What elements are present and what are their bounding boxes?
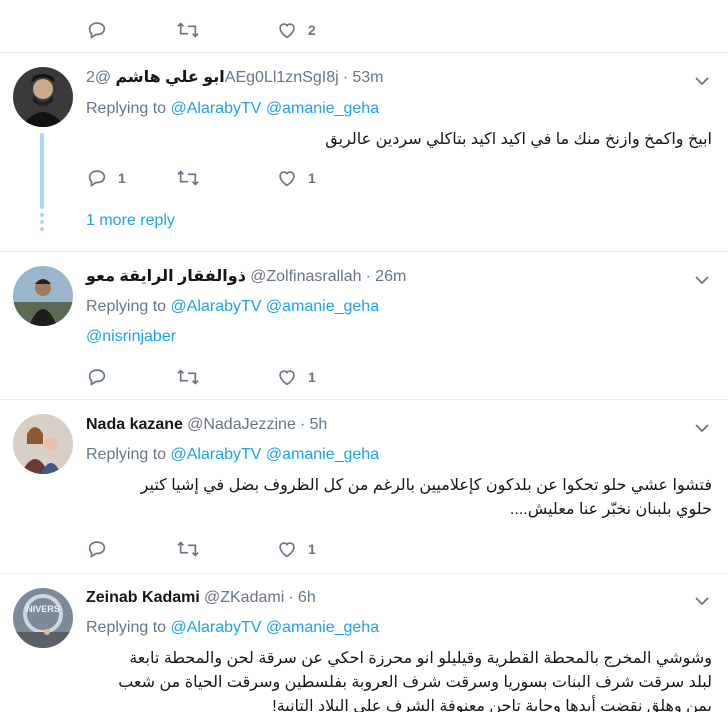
- like-icon: [276, 19, 298, 41]
- replying-to: Replying to @AlarabyTV @amanie_geha: [86, 298, 380, 315]
- tweet-text: فتشوا عشي حلو تحكوا عن بلدكون كإعلاميين …: [140, 477, 712, 518]
- mention-link[interactable]: @amanie_geha: [266, 298, 379, 315]
- retweet-action[interactable]: [176, 18, 276, 42]
- reply-action[interactable]: [86, 365, 176, 389]
- avatar[interactable]: NIVERS: [13, 588, 73, 648]
- previous-tweet: 2: [0, 0, 728, 53]
- like-icon: [276, 538, 298, 560]
- thread-dot: [40, 227, 44, 231]
- thread-dot: [40, 220, 44, 224]
- thread-dot: [40, 213, 44, 217]
- tweet-actions: 1: [86, 365, 328, 389]
- retweet-icon: [176, 538, 199, 560]
- like-action[interactable]: 1: [276, 365, 328, 389]
- retweet-action[interactable]: [176, 365, 276, 389]
- tweet-actions: 2: [86, 18, 328, 42]
- reply-icon: [86, 167, 108, 189]
- avatar[interactable]: [13, 414, 73, 474]
- like-count: 2: [308, 22, 316, 38]
- retweet-action[interactable]: [176, 166, 276, 190]
- like-count: 1: [308, 541, 316, 557]
- display-name[interactable]: Zeinab Kadami: [86, 589, 200, 606]
- like-action[interactable]: 1: [276, 166, 328, 190]
- timestamp[interactable]: 6h: [298, 589, 316, 606]
- chevron-down-icon[interactable]: [694, 272, 710, 288]
- display-name[interactable]: Nada kazane: [86, 416, 183, 433]
- reply-tweet[interactable]: Nada kazane @NadaJezzine · 5h Replying t…: [0, 400, 728, 574]
- retweet-action[interactable]: [176, 537, 276, 561]
- reply-icon: [86, 538, 108, 560]
- reply-tweet[interactable]: ذوالفقار الرايقة معو @Zolfinasrallah · 2…: [0, 252, 728, 400]
- reply-action[interactable]: [86, 18, 176, 42]
- retweet-icon: [176, 366, 199, 388]
- replying-to: Replying to @AlarabyTV @amanie_geha: [86, 100, 380, 117]
- reply-action[interactable]: [86, 537, 176, 561]
- avatar[interactable]: [13, 266, 73, 326]
- reply-count: 1: [118, 170, 126, 186]
- like-icon: [276, 167, 298, 189]
- chevron-down-icon[interactable]: [694, 593, 710, 609]
- handle[interactable]: @ZKadami: [204, 589, 284, 606]
- tweet-text: ابيخ واكمخ وازنخ منك ما في اكيد اكيد بتا…: [325, 131, 712, 148]
- avatar[interactable]: [13, 67, 73, 127]
- tweet-text: @nisrinjaber: [86, 326, 176, 348]
- retweet-icon: [176, 19, 199, 41]
- tweet-header: Zeinab Kadami @ZKadami · 6h: [86, 589, 316, 606]
- reply-action[interactable]: 1: [86, 166, 176, 190]
- replying-to: Replying to @AlarabyTV @amanie_geha: [86, 446, 380, 463]
- chevron-down-icon[interactable]: [694, 73, 710, 89]
- like-count: 1: [308, 369, 316, 385]
- like-action[interactable]: 1: [276, 537, 328, 561]
- tweet-header: ذوالفقار الرايقة معو @Zolfinasrallah · 2…: [86, 268, 407, 285]
- tweet-actions: 1: [86, 537, 328, 561]
- thread-line: [40, 133, 44, 209]
- mention-link[interactable]: @AlarabyTV: [171, 298, 262, 315]
- handle[interactable]: @NadaJezzine: [187, 416, 296, 433]
- timestamp[interactable]: 26m: [375, 268, 406, 285]
- display-name[interactable]: ابو علي هاشم: [115, 69, 224, 86]
- retweet-icon: [176, 167, 199, 189]
- mention-link[interactable]: @AlarabyTV: [171, 100, 262, 117]
- like-action[interactable]: 2: [276, 18, 328, 42]
- tweet-text: وشوشي المخرج بالمحطة القطرية وقيليلو انو…: [118, 650, 712, 712]
- reply-icon: [86, 19, 108, 41]
- display-name[interactable]: ذوالفقار الرايقة معو: [86, 268, 246, 285]
- reply-tweet[interactable]: NIVERS Zeinab Kadami @ZKadami · 6h Reply…: [0, 574, 728, 712]
- tweet-actions: 1 1: [86, 166, 328, 190]
- mention-link[interactable]: @amanie_geha: [266, 100, 379, 117]
- mention-link[interactable]: @nisrinjaber: [86, 328, 176, 345]
- handle[interactable]: @Zolfinasrallah: [250, 268, 361, 285]
- reply-icon: [86, 366, 108, 388]
- tweet-header: Nada kazane @NadaJezzine · 5h: [86, 416, 328, 433]
- tweet-header: ابو علي هاشم @2AEg0Ll1znSgI8j · 53m: [86, 69, 384, 86]
- more-replies-link[interactable]: 1 more reply: [86, 212, 175, 230]
- reply-feed: 2 ابو علي هاشم @2AEg0Ll1znSgI8j · 53m Re…: [0, 0, 728, 712]
- replying-to: Replying to @AlarabyTV @amanie_geha: [86, 619, 380, 636]
- svg-text:NIVERS: NIVERS: [26, 604, 60, 614]
- timestamp[interactable]: 53m: [352, 69, 383, 86]
- like-icon: [276, 366, 298, 388]
- chevron-down-icon[interactable]: [694, 420, 710, 436]
- timestamp[interactable]: 5h: [310, 416, 328, 433]
- mention-link[interactable]: @amanie_geha: [266, 446, 379, 463]
- like-count: 1: [308, 170, 316, 186]
- mention-link[interactable]: @AlarabyTV: [171, 619, 262, 636]
- mention-link[interactable]: @amanie_geha: [266, 619, 379, 636]
- reply-tweet[interactable]: ابو علي هاشم @2AEg0Ll1znSgI8j · 53m Repl…: [0, 53, 728, 252]
- mention-link[interactable]: @AlarabyTV: [171, 446, 262, 463]
